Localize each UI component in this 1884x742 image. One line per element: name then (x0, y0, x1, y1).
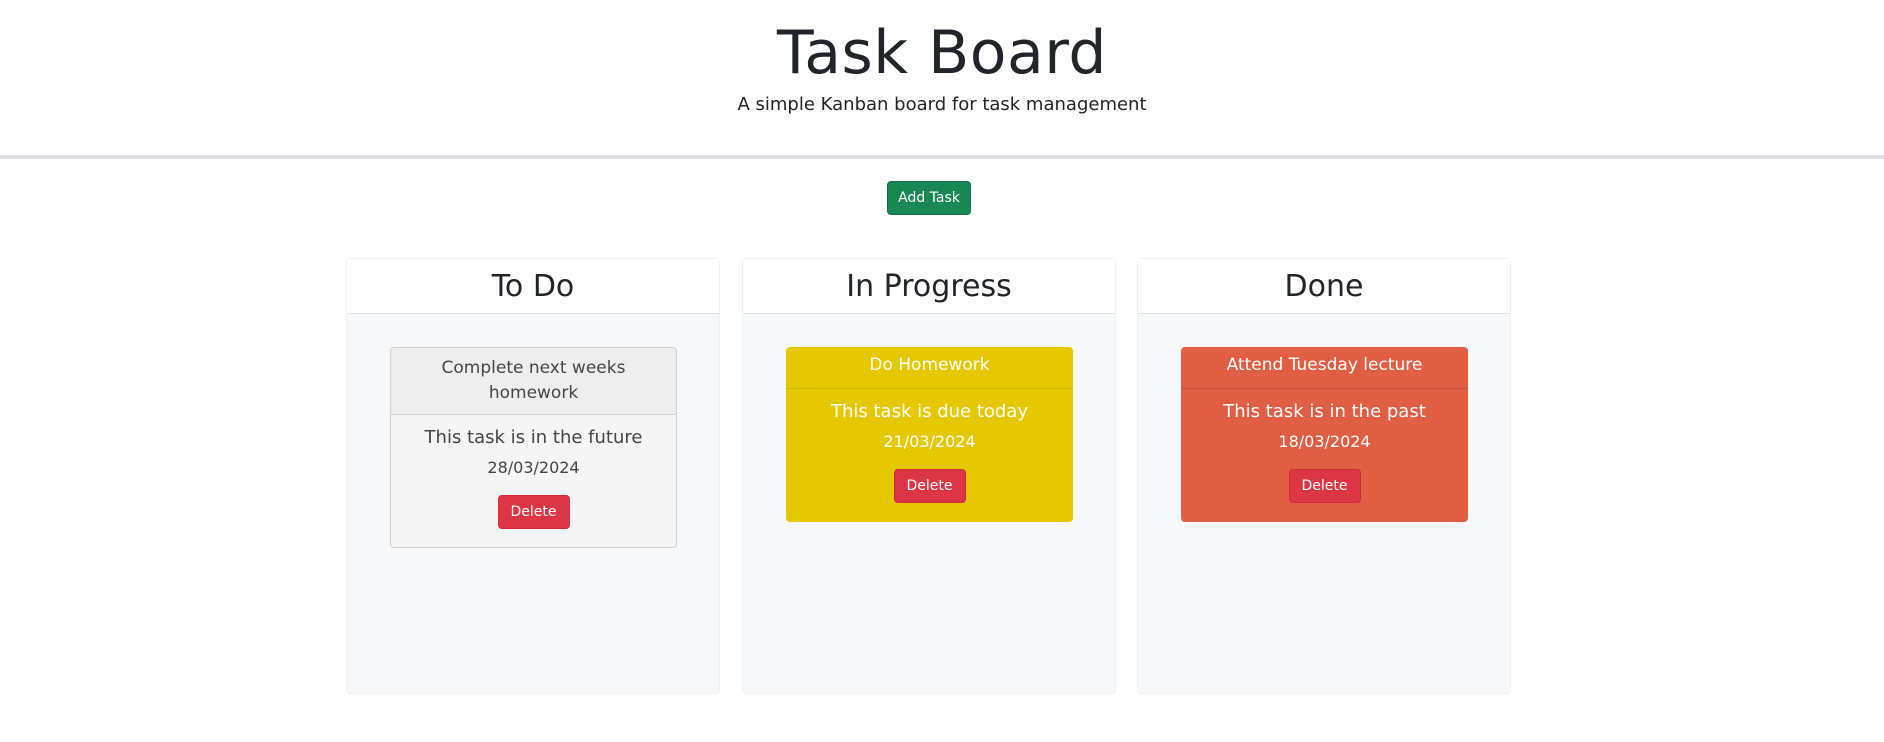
column-to-do: To Do Complete next weeks homework This … (346, 258, 720, 694)
task-body: This task is due today 21/03/2024 Delete (786, 389, 1073, 517)
task-body: This task is in the future 28/03/2024 De… (391, 415, 676, 543)
task-card[interactable]: Complete next weeks homework This task i… (390, 347, 677, 548)
task-card[interactable]: Do Homework This task is due today 21/03… (786, 347, 1073, 522)
task-description: This task is in the past (1223, 401, 1426, 422)
task-body: This task is in the past 18/03/2024 Dele… (1181, 389, 1468, 517)
delete-task-button[interactable]: Delete (893, 469, 966, 503)
task-title: Do Homework (786, 347, 1073, 389)
task-title: Attend Tuesday lecture (1181, 347, 1468, 389)
page-header: Task Board A simple Kanban board for tas… (0, 0, 1884, 159)
delete-task-button[interactable]: Delete (1288, 469, 1361, 503)
delete-task-button[interactable]: Delete (497, 495, 570, 529)
column-title: To Do (347, 259, 719, 314)
task-description: This task is due today (830, 401, 1029, 422)
task-title: Complete next weeks homework (391, 348, 676, 415)
page-title: Task Board (777, 18, 1107, 88)
column-in-progress: In Progress Do Homework This task is due… (742, 258, 1116, 694)
page-subtitle: A simple Kanban board for task managemen… (737, 94, 1147, 115)
task-description: This task is in the future (424, 427, 643, 448)
column-title: In Progress (743, 259, 1115, 314)
task-due-date: 18/03/2024 (1278, 432, 1371, 451)
column-title: Done (1138, 259, 1510, 314)
task-due-date: 28/03/2024 (487, 458, 580, 477)
column-done: Done Attend Tuesday lecture This task is… (1137, 258, 1511, 694)
task-due-date: 21/03/2024 (883, 432, 976, 451)
task-card[interactable]: Attend Tuesday lecture This task is in t… (1181, 347, 1468, 522)
add-task-button[interactable]: Add Task (887, 181, 971, 215)
